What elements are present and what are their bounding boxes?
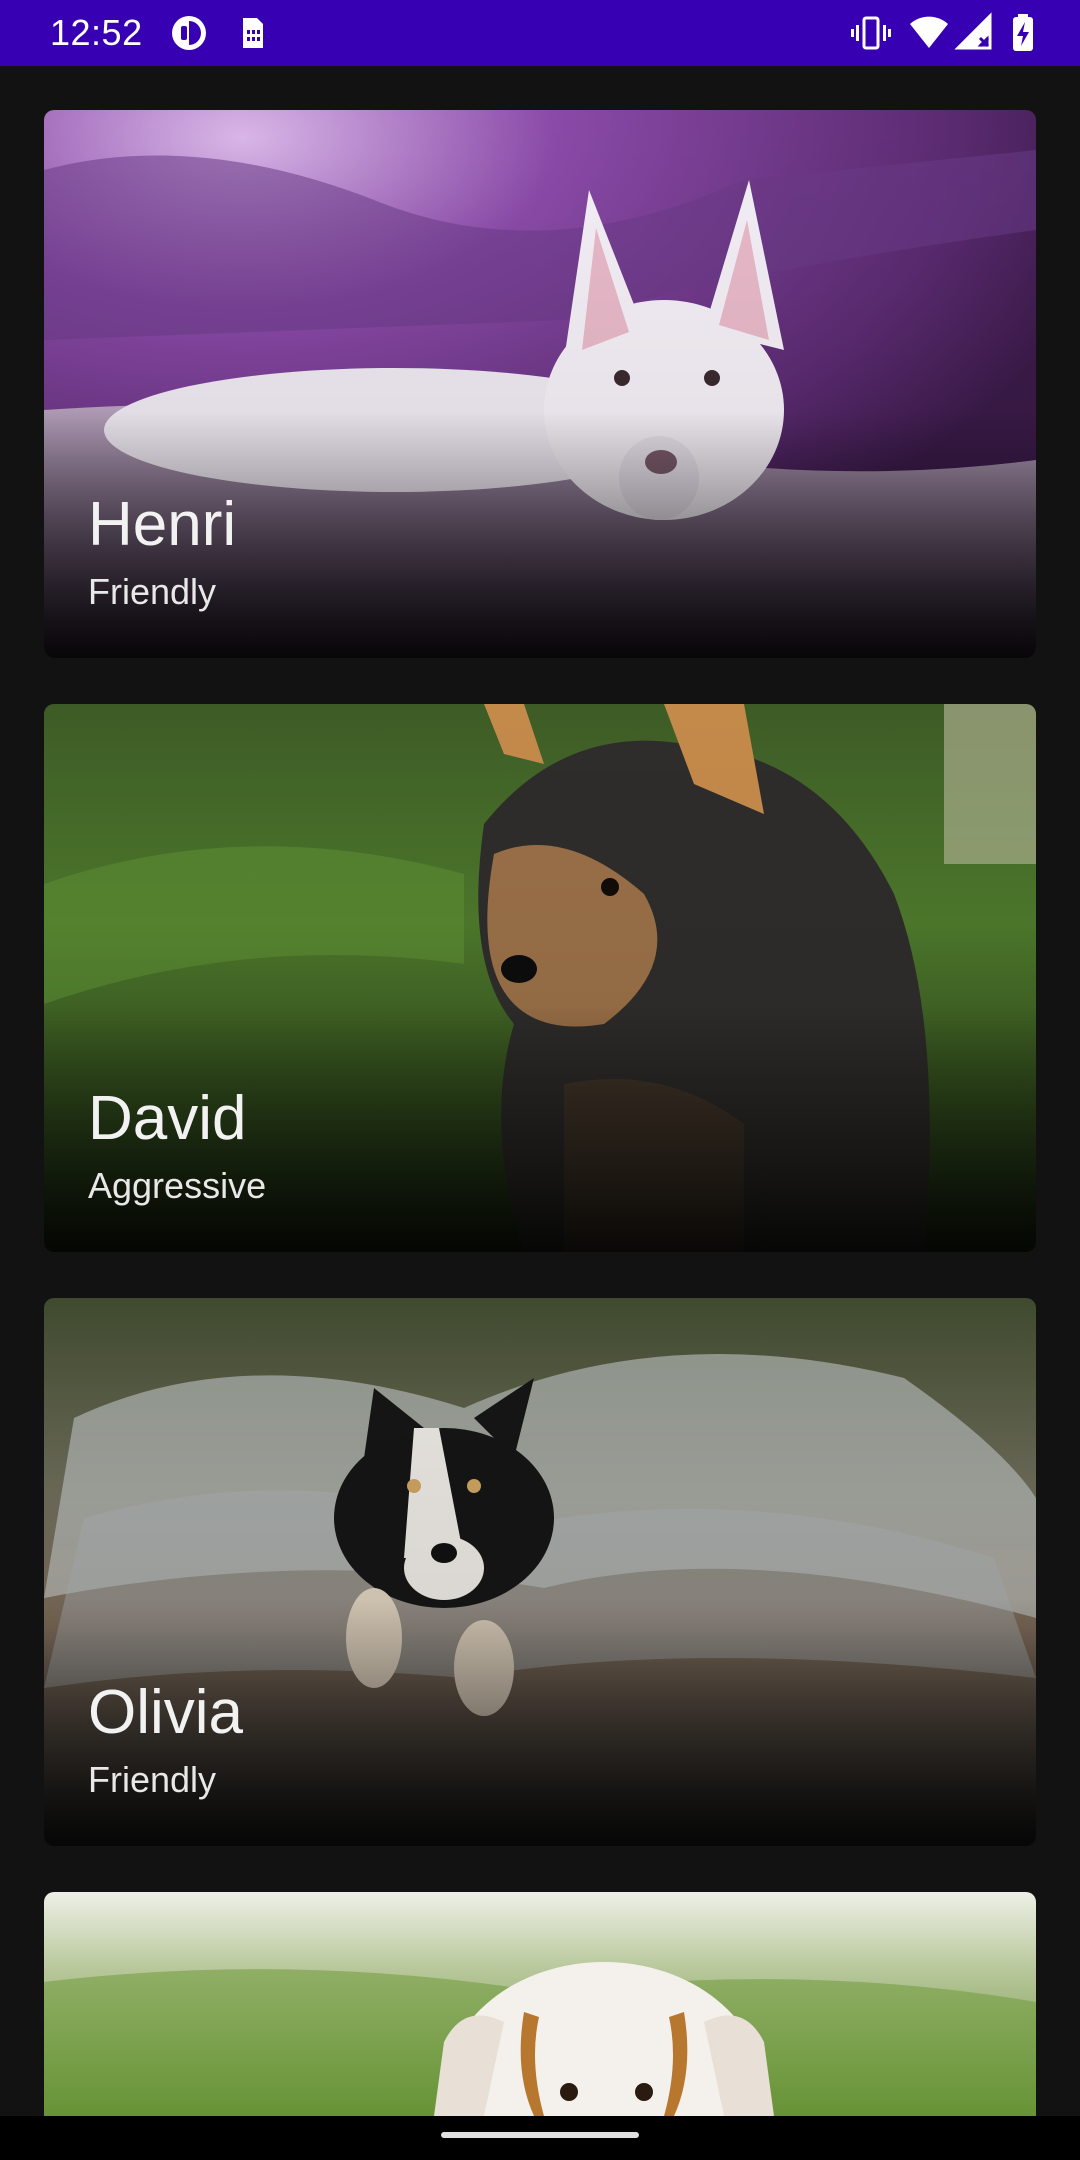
dog-card[interactable]: David Aggressive [44,704,1036,1252]
signal-no-data-icon [954,12,992,50]
pocket-icon [172,16,206,50]
dog-card[interactable]: Henri Friendly [44,110,1036,658]
sim-card-icon [243,18,263,48]
home-gesture-handle[interactable] [441,2132,639,2138]
dog-card[interactable] [44,1892,1036,2116]
navigation-bar [0,2116,1080,2160]
dog-temperament: Friendly [88,1759,217,1800]
status-bar: 12:52 [0,0,1080,66]
dog-temperament: Aggressive [88,1165,267,1206]
dog-list[interactable]: Henri Friendly David Aggressive Olivia F… [44,110,1036,2116]
dog-card[interactable]: Olivia Friendly [44,1298,1036,1846]
battery-charging-icon [1013,14,1033,51]
status-time: 12:52 [50,12,143,53]
dog-name: David [88,1084,247,1153]
vibrate-icon [851,16,891,50]
dog-temperament: Friendly [88,571,217,612]
dog-name: Henri [88,490,237,559]
dog-name: Olivia [88,1678,244,1747]
wifi-icon [910,16,948,48]
dog-photo [44,1892,1036,2116]
